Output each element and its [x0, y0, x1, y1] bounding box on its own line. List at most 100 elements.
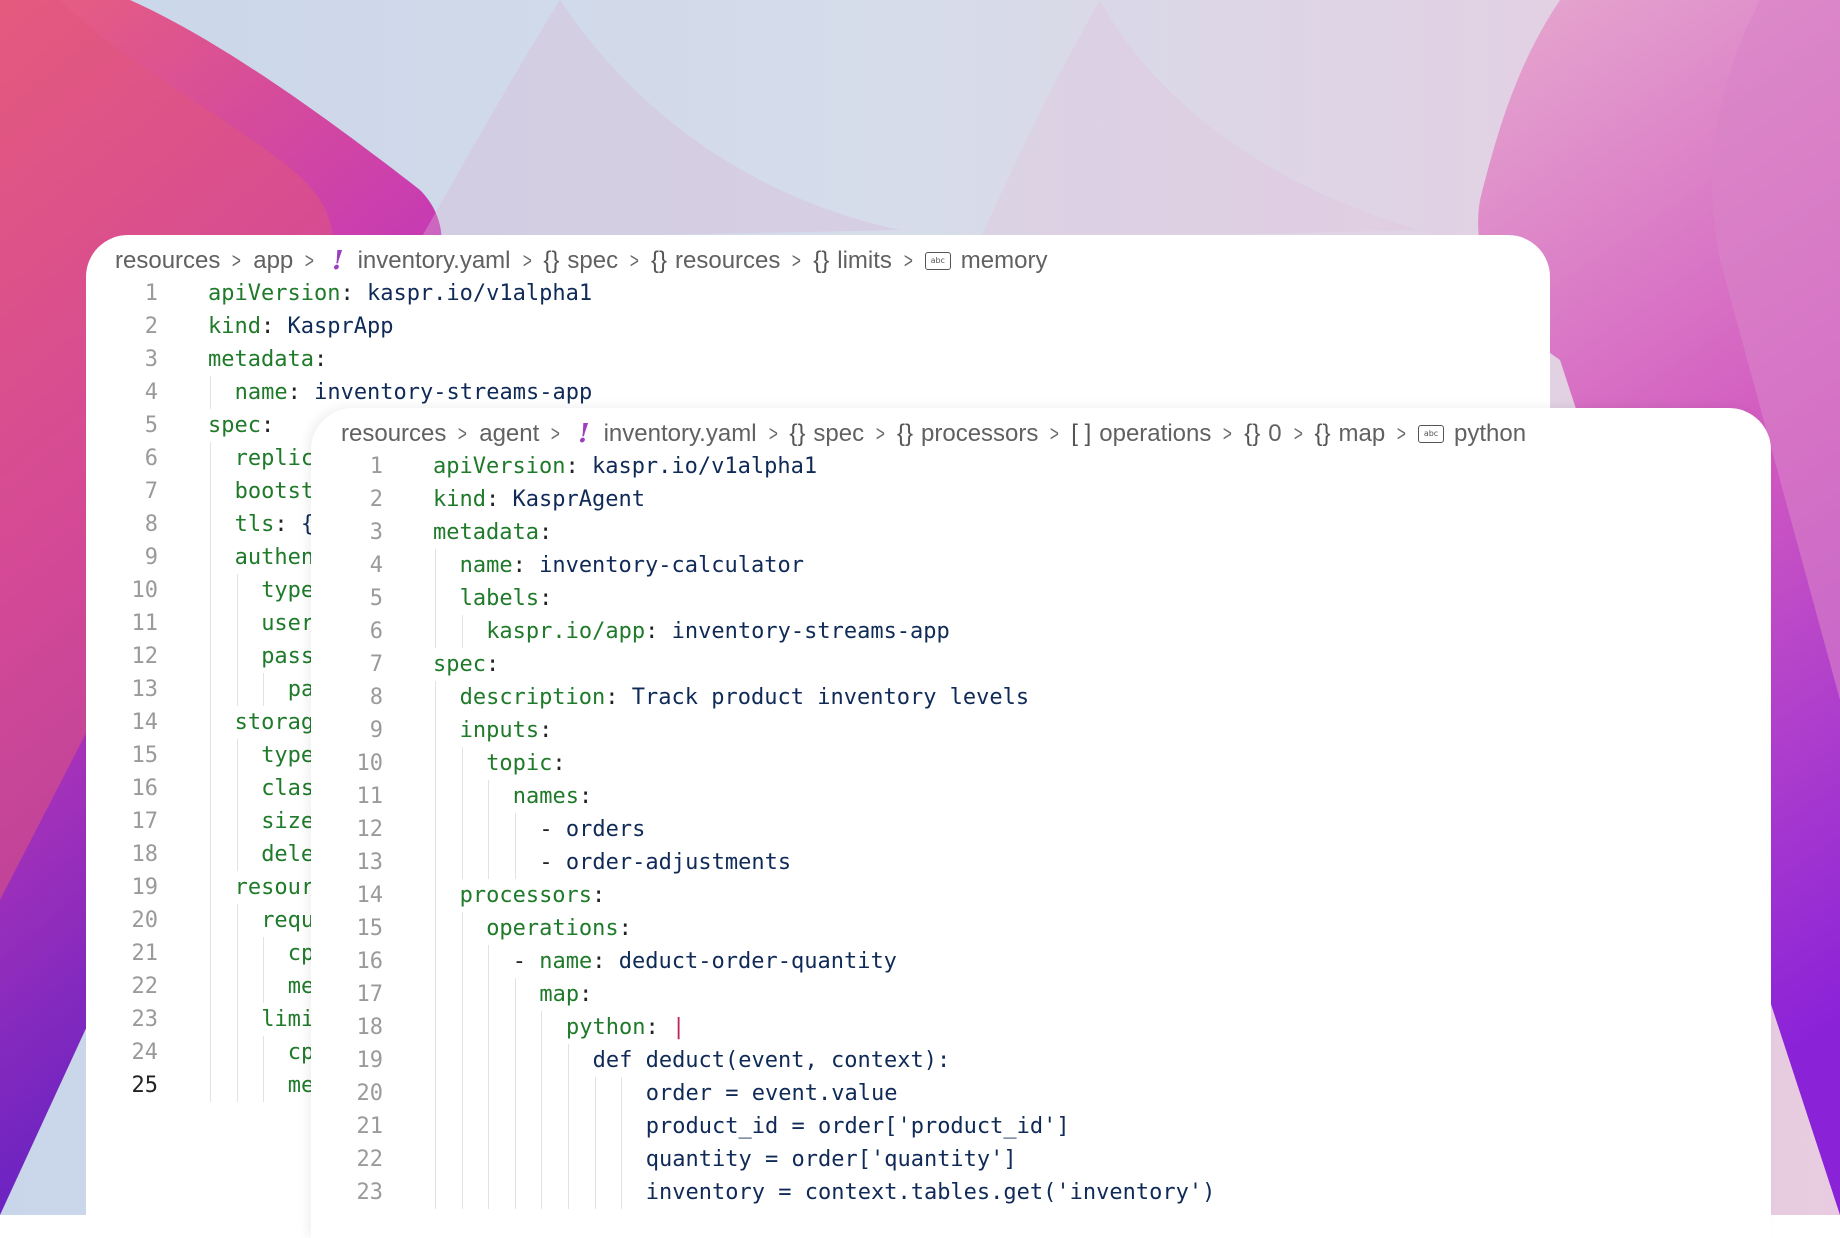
breadcrumb-item[interactable]: abc memory	[924, 247, 1047, 275]
indent-guide	[461, 978, 463, 1011]
breadcrumb-label: spec	[813, 420, 865, 447]
breadcrumb-item[interactable]: {} map	[1314, 420, 1385, 448]
line-number: 4	[369, 553, 383, 578]
breadcrumb-label: resources	[115, 247, 221, 274]
code-text: tls: {	[235, 508, 315, 541]
object-icon: {}	[789, 420, 806, 447]
chevron-right-icon: >	[1223, 421, 1233, 446]
colon: :	[592, 949, 619, 974]
line-number: 17	[356, 982, 384, 1007]
chevron-right-icon: >	[630, 248, 640, 273]
indent-guide	[514, 978, 516, 1011]
indent-guide	[210, 1003, 211, 1036]
yaml-key: limi	[261, 1007, 315, 1032]
indent-guide	[263, 673, 265, 706]
indent-guide	[514, 1044, 516, 1077]
breadcrumb-item[interactable]: agent	[479, 420, 539, 448]
line-number: 7	[369, 652, 383, 677]
indent-guide	[514, 846, 516, 879]
yaml-file-icon: !	[332, 246, 344, 276]
yaml-key: description	[459, 685, 606, 710]
object-icon: {}	[1244, 420, 1261, 447]
line-number: 5	[144, 413, 158, 438]
breadcrumb-item[interactable]: abc python	[1418, 420, 1526, 448]
colon: :	[260, 413, 288, 438]
yaml-value: inventory-calculator	[539, 553, 804, 578]
colon: :	[592, 883, 619, 908]
editor-agent-yaml[interactable]: resources > agent >! inventory.yaml > {} spec > {…	[311, 408, 1771, 1238]
indent-guide	[435, 1143, 436, 1176]
code-text: python: |	[566, 1011, 685, 1044]
yaml-key: apiVersion	[208, 281, 341, 306]
yaml-value: orders	[565, 817, 646, 842]
yaml-key: kind	[208, 314, 261, 339]
indent-guide	[236, 1003, 238, 1036]
indent-guide	[210, 673, 211, 706]
line-number: 20	[356, 1081, 384, 1106]
indent-guide	[541, 1011, 543, 1044]
indent-guide	[435, 582, 436, 615]
line-number: 13	[131, 677, 159, 702]
code-text: metadata:	[433, 516, 565, 549]
code-text: order = event.value	[646, 1077, 898, 1110]
colon: :	[485, 487, 513, 512]
line-number: 22	[131, 974, 159, 999]
line-number: 1	[144, 281, 158, 306]
breadcrumb-item[interactable]: ! inventory.yaml	[326, 246, 510, 276]
indent-guide	[488, 1110, 490, 1143]
breadcrumb-item[interactable]: {} resources	[651, 247, 780, 275]
indent-guide	[263, 970, 265, 1003]
indent-guide	[210, 376, 211, 409]
code-content: product_id = order['product_id']	[645, 1114, 1070, 1139]
chevron-right-icon: >	[551, 421, 561, 446]
indent-guide	[210, 904, 211, 937]
line-number: 22	[356, 1147, 384, 1172]
breadcrumb-item[interactable]: {} 0	[1244, 420, 1281, 448]
line-number: 13	[356, 850, 384, 875]
breadcrumb: resources > app >! inventory.yaml > {} spec > {} r…	[115, 241, 1047, 281]
indent-guide	[210, 871, 211, 904]
indent-guide	[236, 640, 238, 673]
indent-guide	[461, 945, 463, 978]
breadcrumb-item[interactable]: {} limits	[813, 247, 892, 275]
line-number: 14	[131, 710, 159, 735]
code-text: processors:	[460, 879, 619, 912]
indent-guide	[210, 805, 211, 838]
yaml-key: labels	[459, 586, 540, 611]
indent-guide	[435, 879, 436, 912]
breadcrumb-label: resources	[341, 420, 447, 447]
breadcrumb-item[interactable]: {} processors	[897, 420, 1038, 448]
indent-guide	[461, 615, 463, 648]
indent-guide	[461, 1011, 463, 1044]
indent-guide	[594, 1143, 596, 1176]
code-text: description: Track product inventory lev…	[460, 681, 1030, 714]
breadcrumb-item[interactable]: app	[253, 247, 293, 275]
breadcrumb-item[interactable]: [ ] operations	[1071, 420, 1211, 448]
indent-guide	[236, 970, 238, 1003]
code-text: inventory = context.tables.get('inventor…	[646, 1176, 1216, 1209]
breadcrumb-item[interactable]: resources	[341, 420, 446, 448]
chevron-right-icon: >	[792, 248, 802, 273]
breadcrumb-item[interactable]: resources	[115, 247, 220, 275]
indent-guide	[263, 1036, 265, 1069]
breadcrumb-label: limits	[837, 247, 892, 274]
line-number: 8	[144, 512, 158, 537]
line-number: 16	[356, 949, 384, 974]
breadcrumb-label: map	[1338, 420, 1386, 447]
yaml-key: name	[459, 553, 513, 578]
indent-guide	[236, 739, 238, 772]
code-text: def deduct(event, context):	[593, 1044, 951, 1077]
breadcrumb: resources > agent >! inventory.yaml > {} spec > {…	[341, 414, 1526, 454]
line-number: 23	[356, 1180, 384, 1205]
breadcrumb-item[interactable]: {} spec	[789, 420, 864, 448]
indent-guide	[621, 1110, 623, 1143]
yaml-value: KasprAgent	[512, 487, 645, 512]
yaml-key: topic	[486, 751, 553, 776]
line-number: 8	[369, 685, 383, 710]
indent-guide	[568, 1077, 569, 1110]
yaml-key: kind	[433, 487, 486, 512]
chevron-right-icon: >	[232, 248, 242, 273]
indent-guide	[594, 1110, 596, 1143]
breadcrumb-item[interactable]: {} spec	[543, 247, 618, 275]
breadcrumb-item[interactable]: ! inventory.yaml	[572, 419, 756, 449]
